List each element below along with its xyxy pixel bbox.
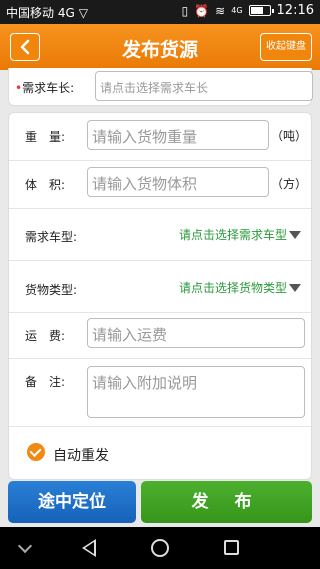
- remark-label: 备 注:: [25, 375, 66, 389]
- weight-input[interactable]: 请输入货物重量: [87, 120, 269, 150]
- status-bar: 中国移动 4G ▽ ▯ ⏰ ≋ 4G 12:16: [0, 0, 320, 24]
- back-triangle-icon[interactable]: [82, 539, 96, 557]
- auto-repost-label[interactable]: 自动重发: [53, 445, 109, 465]
- carrier-label: 中国移动 4G: [6, 6, 75, 20]
- title-bar: 发布货源 收起键盘: [0, 24, 320, 70]
- vehicle-type-picker[interactable]: 请点击选择需求车型: [179, 226, 301, 243]
- volume-row: 体 积: 请输入货物体积 （方）: [9, 161, 311, 209]
- cargo-type-picker-text: 请点击选择货物类型: [178, 281, 287, 295]
- weight-unit: （吨）: [271, 129, 308, 143]
- vehicle-length-label: •需求车长:: [15, 81, 75, 95]
- freight-row: 运 费: 请输入运费: [9, 313, 311, 359]
- auto-repost-checkbox[interactable]: [27, 443, 45, 461]
- recent-apps-icon[interactable]: [224, 540, 239, 555]
- vibrate-icon: ▯: [181, 3, 189, 18]
- remark-placeholder: 请输入附加说明: [92, 374, 198, 392]
- shield-icon: ▽: [78, 5, 88, 20]
- vehicle-type-label: 需求车型:: [25, 230, 78, 244]
- status-left: 中国移动 4G ▽: [6, 4, 88, 21]
- remark-row: 备 注: 请输入附加说明: [9, 359, 311, 427]
- wifi-icon: ≋: [215, 3, 226, 18]
- freight-input[interactable]: 请输入运费: [87, 318, 305, 348]
- vehicle-length-card: •需求车长: 请点击选择需求车长: [8, 68, 313, 106]
- hide-navbar-icon[interactable]: [17, 538, 33, 554]
- volume-placeholder: 请输入货物体积: [92, 175, 198, 193]
- navigation-bar: [0, 527, 320, 569]
- publish-button[interactable]: 发 布: [141, 481, 312, 523]
- vehicle-type-picker-text: 请点击选择需求车型: [178, 228, 287, 242]
- alarm-icon: ⏰: [194, 3, 210, 18]
- volume-label: 体 积:: [25, 178, 66, 192]
- remark-textarea[interactable]: 请输入附加说明: [87, 366, 305, 418]
- freight-label: 运 费:: [25, 329, 66, 343]
- vehicle-type-row[interactable]: 需求车型: 请点击选择需求车型: [9, 209, 311, 261]
- dropdown-arrow-icon: [289, 283, 301, 292]
- freight-placeholder: 请输入运费: [92, 326, 168, 344]
- network-label: 4G: [231, 6, 243, 15]
- cargo-type-picker[interactable]: 请点击选择货物类型: [179, 279, 301, 296]
- weight-label: 重 量:: [25, 130, 66, 144]
- vehicle-length-field[interactable]: 请点击选择需求车长: [95, 71, 313, 101]
- battery-icon: [248, 5, 274, 16]
- volume-unit: （方）: [271, 177, 308, 191]
- home-circle-icon[interactable]: [151, 539, 169, 557]
- weight-placeholder: 请输入货物重量: [92, 128, 198, 146]
- vehicle-length-placeholder: 请点击选择需求车长: [100, 81, 209, 95]
- weight-row: 重 量: 请输入货物重量 （吨）: [9, 113, 311, 161]
- status-time: 12:16: [276, 3, 314, 18]
- collapse-keyboard-button[interactable]: 收起键盘: [260, 33, 312, 61]
- cargo-type-row[interactable]: 货物类型: 请点击选择货物类型: [9, 261, 311, 313]
- status-right: ▯ ⏰ ≋ 4G 12:16: [182, 3, 314, 18]
- locate-in-transit-button[interactable]: 途中定位: [8, 481, 136, 523]
- volume-input[interactable]: 请输入货物体积: [87, 167, 269, 197]
- cargo-type-label: 货物类型:: [25, 283, 78, 297]
- dropdown-arrow-icon: [289, 230, 301, 239]
- cargo-form-card: 重 量: 请输入货物重量 （吨） 体 积: 请输入货物体积 （方） 需求车型: …: [8, 112, 312, 480]
